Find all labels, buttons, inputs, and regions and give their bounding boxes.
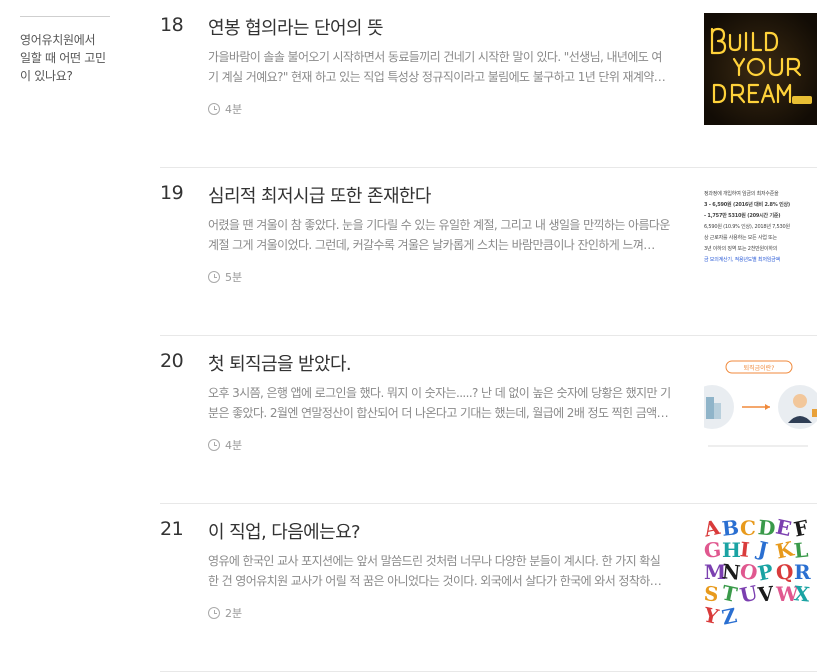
article-title[interactable]: 이 직업, 다음에는요? (208, 518, 361, 544)
thumb-label: 퇴직금이란? (743, 365, 775, 372)
alphabet-illustration: ABCDEFGHIJKLMNOPQRSTUVWXYZ (704, 517, 817, 629)
article-excerpt: 영유에 한국인 교사 포지션에는 앞서 말씀드린 것처럼 너무나 다양한 분들이… (208, 551, 676, 591)
alphabet-letter: R (794, 560, 811, 584)
excerpt-line: 한 건 영어유치원 교사가 어릴 적 꿈은 아니었다는 것이다. 외국에서 살다… (208, 574, 662, 588)
article-excerpt: 가을바람이 솔솔 불어오기 시작하면서 동료들끼리 건네기 시작한 말이 있다.… (208, 47, 676, 87)
clock-icon (208, 103, 220, 115)
excerpt-line: 영유에 한국인 교사 포지션에는 앞서 말씀드린 것처럼 너무나 다양한 분들이… (208, 554, 661, 568)
read-time-label: 4분 (225, 103, 243, 116)
alphabet-letter: W (776, 582, 798, 606)
article-item[interactable]: 20 첫 퇴직금을 받았다. 오후 3시쯤, 은행 앱에 로그인을 했다. 뭐지… (160, 336, 829, 504)
thumb-text-line: - 1,757만 5310원 (209시간 기준) (704, 213, 781, 219)
clock-icon (208, 439, 220, 451)
alphabet-letter: M (704, 560, 726, 584)
thumb-text-line: 6,590원 (10.9% 인상), 2018년 7,530원 (704, 224, 790, 230)
excerpt-line: 분은 좋았다. 2월엔 연말정산이 합산되어 더 나온다고 기대는 했는데, 월… (208, 406, 669, 420)
article-number: 18 (160, 14, 184, 36)
build-your-dream-image (704, 13, 817, 125)
magazine-title-line: 영어유치원에서 (20, 33, 96, 47)
article-number: 21 (160, 518, 184, 540)
alphabet-letter: Q (774, 559, 794, 585)
thumb-text-line: 금 모의계산기, 적용년도별 최저임금액 (704, 257, 780, 263)
alphabet-letter: B (720, 517, 740, 541)
excerpt-line: 가을바람이 솔솔 불어오기 시작하면서 동료들끼리 건네기 시작한 말이 있다.… (208, 50, 662, 64)
thumb-text-line: 상 근로자를 사용하는 모든 사업 또는 (704, 235, 777, 241)
read-time: 5분 (208, 269, 242, 285)
alphabet-letter: H (722, 538, 741, 562)
article-excerpt: 오후 3시쯤, 은행 앱에 로그인을 했다. 뭐지 이 숫자는.....? 난 … (208, 383, 676, 423)
clock-icon (208, 607, 220, 619)
read-time: 4분 (208, 437, 242, 453)
article-thumbnail[interactable] (704, 13, 817, 125)
article-number: 19 (160, 182, 184, 204)
thumb-text-line: 3년 이하의 징역 또는 2천만원이하의 (704, 246, 778, 252)
read-time-label: 2분 (225, 607, 243, 620)
article-excerpt: 어렸을 땐 겨울이 참 좋았다. 눈을 기다릴 수 있는 유일한 계절, 그리고… (208, 215, 676, 255)
article-item[interactable]: 18 연봉 협의라는 단어의 뜻 가을바람이 솔솔 불어오기 시작하면서 동료들… (160, 0, 829, 168)
article-number: 20 (160, 350, 184, 372)
read-time: 4분 (208, 101, 242, 117)
sidebar: 영어유치원에서 일할 때 어떤 고민 이 있나요? (20, 0, 112, 85)
excerpt-line: 어렸을 땐 겨울이 참 좋았다. 눈을 기다릴 수 있는 유일한 계절, 그리고… (208, 218, 670, 232)
alphabet-letter: X (792, 581, 810, 607)
article-item[interactable]: 21 이 직업, 다음에는요? 영유에 한국인 교사 포지션에는 앞서 말씀드린… (160, 504, 829, 672)
alphabet-letter: G (704, 537, 722, 563)
thumb-text-line: 3 - 6,590원 (2016년 대비 2.8% 인상) (704, 202, 790, 208)
read-time-label: 4분 (225, 439, 243, 452)
article-item[interactable]: 19 심리적 최저시급 또한 존재한다 어렸을 땐 겨울이 참 좋았다. 눈을 … (160, 168, 829, 336)
article-title[interactable]: 첫 퇴직금을 받았다. (208, 350, 352, 376)
article-thumbnail[interactable]: ABCDEFGHIJKLMNOPQRSTUVWXYZ (704, 517, 817, 629)
read-time-label: 5분 (225, 271, 243, 284)
clock-icon (208, 271, 220, 283)
article-thumbnail[interactable]: 퇴직금이란? (704, 349, 817, 461)
magazine-title-line: 이 있나요? (20, 69, 73, 83)
magazine-title-line: 일할 때 어떤 고민 (20, 51, 106, 65)
excerpt-line: 기 계실 거예요?" 현재 하고 있는 직업 특성상 정규직이라고 불림에도 불… (208, 70, 666, 84)
thumb-text-line: 정과정에 개입하여 임금의 최저수준을 (704, 191, 779, 197)
alphabet-letter: L (792, 537, 809, 563)
alphabet-letter: V (756, 581, 774, 607)
read-time: 2분 (208, 605, 242, 621)
magazine-title[interactable]: 영어유치원에서 일할 때 어떤 고민 이 있나요? (20, 31, 112, 85)
article-title[interactable]: 연봉 협의라는 단어의 뜻 (208, 14, 384, 40)
sidebar-divider (20, 16, 110, 17)
excerpt-line: 계절 그게 겨울이었다. 그런데, 커갈수록 겨울은 날카롭게 스치는 바람만큼… (208, 238, 655, 252)
article-title[interactable]: 심리적 최저시급 또한 존재한다 (208, 182, 431, 208)
excerpt-line: 오후 3시쯤, 은행 앱에 로그인을 했다. 뭐지 이 숫자는.....? 난 … (208, 386, 671, 400)
article-thumbnail[interactable]: 정과정에 개입하여 임금의 최저수준을 3 - 6,590원 (2016년 대비… (704, 181, 817, 293)
alphabet-letter: C (740, 517, 756, 540)
alphabet-letter: Z (719, 603, 739, 629)
